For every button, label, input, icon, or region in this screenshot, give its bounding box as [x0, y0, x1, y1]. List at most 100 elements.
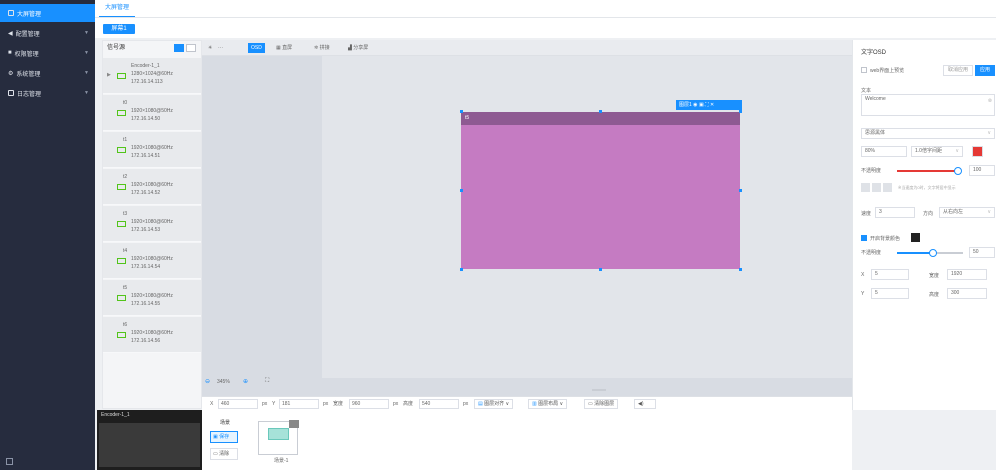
- scene-thumb-window: [268, 428, 289, 440]
- eye-icon[interactable]: ◉: [693, 102, 697, 108]
- x-input[interactable]: 5: [871, 269, 909, 280]
- x-label: X: [861, 272, 865, 278]
- list-item[interactable]: t6 1920×1080@60Hz 172.16.14.56: [103, 317, 201, 353]
- close-icon[interactable]: ✕: [710, 102, 714, 108]
- y-input[interactable]: 181: [279, 399, 319, 409]
- list-item[interactable]: t3 1920×1080@60Hz 172.16.14.53: [103, 206, 201, 242]
- bg-opacity-slider-track[interactable]: [933, 252, 963, 254]
- height-input[interactable]: 300: [947, 288, 987, 299]
- signal-name: t4: [123, 248, 128, 254]
- resize-handle[interactable]: [599, 110, 602, 113]
- resize-handle[interactable]: [460, 110, 463, 113]
- scroll-handle[interactable]: [592, 389, 606, 391]
- bg-opacity-slider[interactable]: [897, 252, 933, 254]
- zoom-out-icon[interactable]: ⊖: [205, 378, 210, 385]
- height-input[interactable]: 540: [419, 399, 459, 409]
- list-item[interactable]: t5 1920×1080@60Hz 172.16.14.55: [103, 280, 201, 316]
- resize-handle[interactable]: [739, 189, 742, 192]
- y-input[interactable]: 5: [871, 288, 909, 299]
- resize-handle[interactable]: [599, 268, 602, 271]
- grid-view-icon[interactable]: [186, 44, 196, 52]
- apply-button[interactable]: 应用: [975, 65, 995, 76]
- signal-resolution: 1920×1080@50Hz: [131, 108, 173, 114]
- background-color-swatch[interactable]: [911, 233, 920, 242]
- font-select[interactable]: 思源黑体 ∨: [861, 128, 995, 139]
- signal-resolution: 1920×1080@60Hz: [131, 256, 173, 262]
- width-input[interactable]: 1920: [947, 269, 987, 280]
- list-item[interactable]: ▶ Encoder-1_1 1280×1024@60Hz 172.16.14.1…: [103, 58, 201, 94]
- signal-name: t6: [123, 322, 128, 328]
- font-size-input[interactable]: 80%: [861, 146, 907, 157]
- osd-button[interactable]: OSD: [248, 43, 265, 53]
- clear-icon[interactable]: ⊗: [988, 97, 992, 106]
- opacity-input[interactable]: 100: [969, 165, 995, 176]
- layer-window[interactable]: [461, 112, 740, 269]
- signal-name: t2: [123, 174, 128, 180]
- align-center-icon[interactable]: [872, 183, 881, 192]
- opacity-slider[interactable]: [897, 170, 957, 172]
- list-item[interactable]: t2 1920×1080@60Hz 172.16.14.52: [103, 169, 201, 205]
- resize-handle[interactable]: [739, 110, 742, 113]
- opacity-slider-thumb[interactable]: [954, 167, 962, 175]
- direction-value: 从右向左: [943, 209, 964, 215]
- list-item[interactable]: t1 1920×1080@60Hz 172.16.14.51: [103, 132, 201, 168]
- resize-handle[interactable]: [739, 268, 742, 271]
- list-item[interactable]: t0 1920×1080@50Hz 172.16.14.50: [103, 95, 201, 131]
- clear-layer-button[interactable]: ▭ 清除图层: [584, 399, 619, 409]
- layer-window-titlebar[interactable]: t5: [461, 112, 740, 125]
- share-button[interactable]: ▟ 分享屏: [348, 43, 368, 53]
- chevron-down-icon: ▼: [84, 70, 89, 76]
- audio-button[interactable]: ◀): [634, 399, 656, 409]
- sidebar-item-permission[interactable]: ■ 权限管理 ▼: [0, 44, 95, 62]
- align-left-icon[interactable]: [861, 183, 870, 192]
- signal-resolution: 1920×1080@60Hz: [131, 219, 173, 225]
- list-item[interactable]: t4 1920×1080@60Hz 172.16.14.54: [103, 243, 201, 279]
- signal-ip: 172.16.14.56: [131, 338, 161, 344]
- background-color-checkbox[interactable]: [861, 235, 867, 241]
- zoom-in-icon[interactable]: ⊕: [243, 378, 248, 385]
- text-input[interactable]: Welcome ⊗: [861, 94, 995, 116]
- signal-source-panel: 信号源 ▶ Encoder-1_1 1280×1024@60Hz 172.16.…: [102, 40, 202, 409]
- sidebar-item-config[interactable]: ◀ 配置管理 ▼: [0, 24, 95, 42]
- width-input[interactable]: 960: [349, 399, 389, 409]
- align-right-icon[interactable]: [883, 183, 892, 192]
- chevron-right-icon[interactable]: ▶: [107, 72, 111, 78]
- fullscreen-icon[interactable]: ⛶: [705, 102, 709, 108]
- web-preview-checkbox[interactable]: [861, 67, 867, 73]
- layer-align-label: 图层对齐: [484, 401, 505, 407]
- fit-screen-icon[interactable]: ⛶: [265, 378, 269, 385]
- direction-select[interactable]: 从右向左 ∨: [939, 207, 995, 218]
- tab-screen-1[interactable]: 屏幕1: [103, 24, 135, 34]
- sidebar-item-screen[interactable]: 大屏管理: [0, 4, 95, 22]
- resize-handle[interactable]: [460, 268, 463, 271]
- chevron-down-icon: ∨: [987, 130, 991, 136]
- grid-button[interactable]: ▦ 直屏: [276, 43, 292, 53]
- save-scene-button[interactable]: ▣ 保存: [210, 431, 238, 443]
- text-color-swatch[interactable]: [972, 146, 983, 157]
- resize-handle[interactable]: [460, 189, 463, 192]
- clear-layer-label: 清除图层: [594, 401, 615, 407]
- spacing-select[interactable]: 1.0倍字间距 ∨: [911, 146, 963, 157]
- sidebar-item-log[interactable]: 日志管理 ▼: [0, 84, 95, 102]
- signal-resolution: 1920×1080@60Hz: [131, 145, 173, 151]
- bg-opacity-slider-thumb[interactable]: [929, 249, 937, 257]
- layer-layout-button[interactable]: ▥ 图层布局 ∨: [528, 399, 568, 409]
- chevron-down-icon: ▼: [84, 50, 89, 56]
- sidebar-item-system[interactable]: ⚙ 系统管理 ▼: [0, 64, 95, 82]
- wall-button[interactable]: ✲ 拼接: [314, 43, 330, 53]
- x-input[interactable]: 460: [218, 399, 258, 409]
- bg-opacity-input[interactable]: 50: [969, 247, 995, 258]
- clear-scene-button[interactable]: ▭ 清除: [210, 448, 238, 460]
- more-icon[interactable]: ···: [218, 43, 223, 53]
- sun-icon[interactable]: ✳: [208, 43, 212, 53]
- scene-thumbnail[interactable]: [258, 420, 299, 455]
- list-view-icon[interactable]: [174, 44, 184, 52]
- cancel-apply-button[interactable]: 取消应用: [943, 65, 973, 76]
- grid-icon[interactable]: [6, 458, 13, 465]
- signal-preview[interactable]: Encoder-1_1: [97, 410, 202, 470]
- layer-align-button[interactable]: ▤ 图层对齐 ∨: [474, 399, 514, 409]
- speed-input[interactable]: 3: [875, 207, 915, 218]
- tab-screen-management[interactable]: 大屏管理: [99, 0, 136, 17]
- text-label: 文本: [861, 88, 872, 94]
- lock-icon[interactable]: ▣: [699, 102, 704, 108]
